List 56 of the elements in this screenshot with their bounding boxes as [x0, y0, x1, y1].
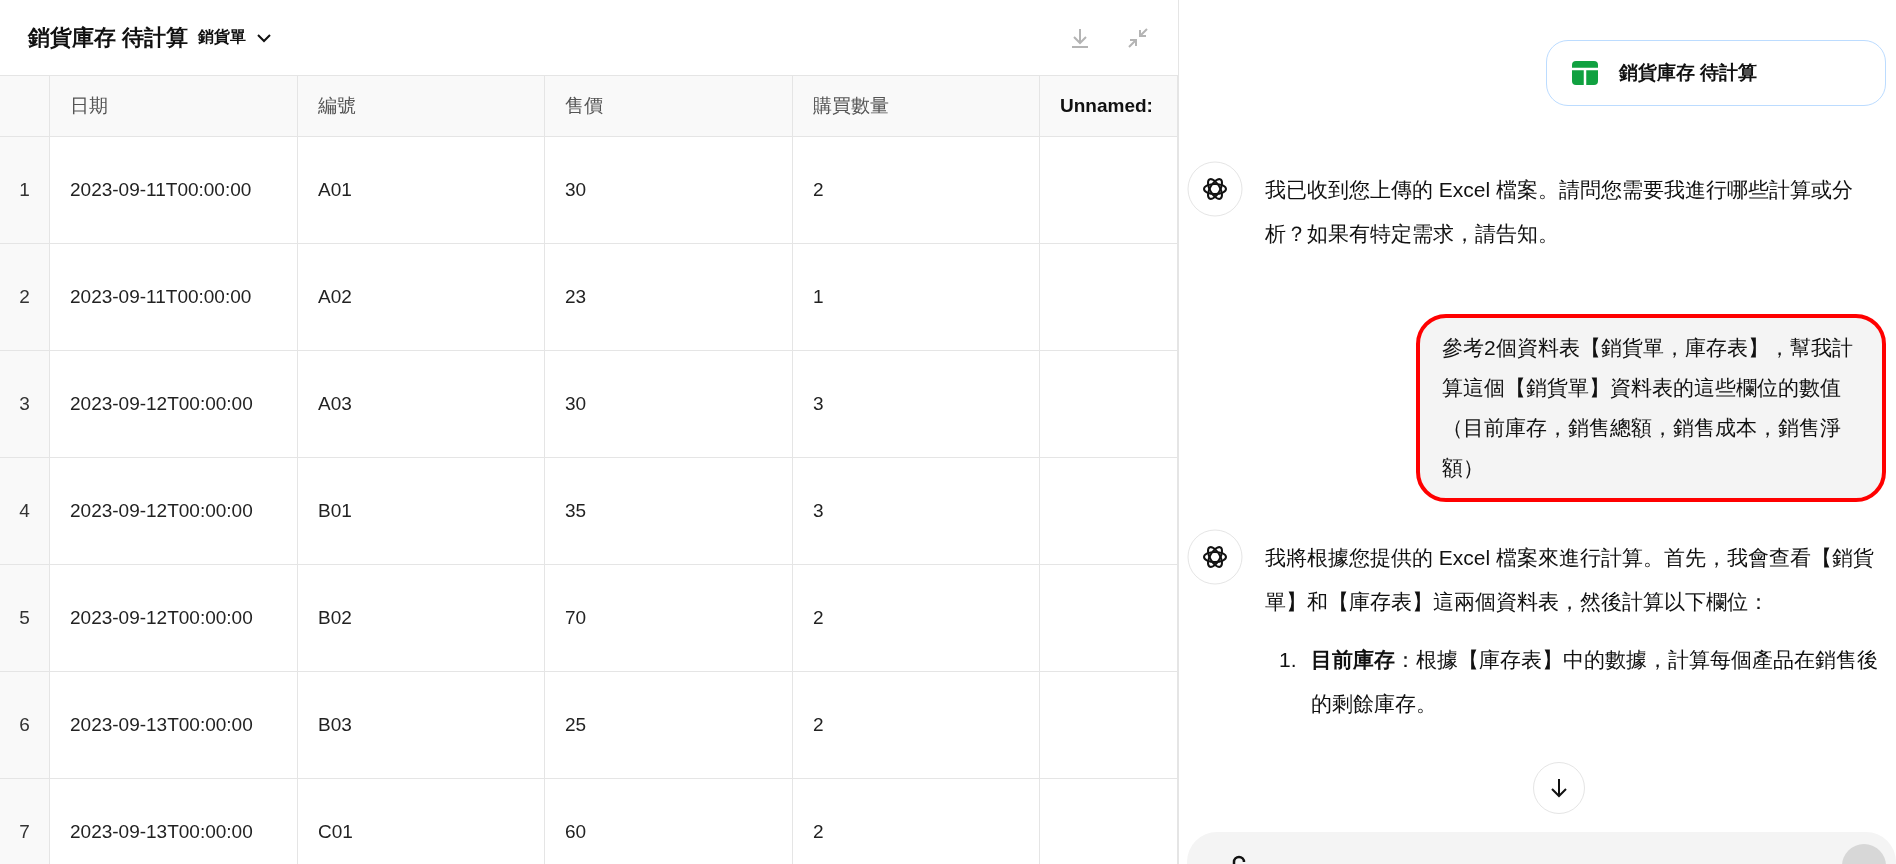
table-cell-text: 2023-09-12T00:00:00	[70, 499, 253, 524]
table-cell-text: 23	[565, 285, 587, 310]
table-cell-text: 2	[813, 820, 824, 845]
table-cell-text: A02	[318, 285, 352, 310]
table-cell-text: 35	[565, 499, 587, 524]
list-item: 目前庫存：根據【庫存表】中的數據，計算每個產品在銷售後的剩餘庫存。	[1310, 647, 1879, 717]
row-number: 3	[0, 351, 50, 457]
table-cell-text: C01	[318, 820, 353, 845]
column-header: 日期	[50, 76, 298, 136]
column-header: Unnamed:	[1040, 76, 1178, 136]
table-cell-text: 2	[813, 606, 824, 631]
table-cell-text: 1	[813, 285, 824, 310]
table-cell-text: 2023-09-12T00:00:00	[70, 606, 253, 631]
table-cell-text: 2	[813, 713, 824, 738]
table-cell-text: 70	[565, 606, 587, 631]
column-header: 售價	[545, 76, 793, 136]
table-cell-text: 30	[565, 392, 587, 417]
collapse-icon[interactable]	[1126, 25, 1150, 50]
table-cell-text: A01	[318, 178, 352, 203]
list-number: 1.	[1279, 647, 1297, 673]
table-cell-text: 30	[565, 178, 587, 203]
row-number: 1	[0, 137, 50, 243]
arrow-down-icon	[1548, 777, 1570, 799]
table-cell-text: 3	[813, 499, 824, 524]
table-cell-text: 25	[565, 713, 587, 738]
table-cell-text: 2023-09-12T00:00:00	[70, 392, 253, 417]
sheet-selector[interactable]: 銷貨單	[194, 27, 277, 48]
table-cell-text: 2023-09-11T00:00:00	[70, 285, 252, 310]
file-chip[interactable]: 銷貨庫存 待計算	[1546, 40, 1886, 106]
assistant-avatar	[1187, 161, 1243, 217]
user-message: 參考2個資料表【銷貨單，庫存表】，幫我計算這個【銷貨單】資料表的這些欄位的數值（目前庫存，銷售總額，銷售成本，銷售淨額）	[1416, 314, 1886, 502]
file-name: 銷貨庫存 待計算	[1619, 61, 1758, 85]
table-cell-text: B01	[318, 499, 352, 524]
table-cell-text: A03	[318, 392, 352, 417]
row-number: 6	[0, 672, 50, 778]
table-cell-text: 2023-09-11T00:00:00	[70, 178, 252, 203]
row-number: 7	[0, 779, 50, 864]
table-cell-text: 3	[813, 392, 824, 417]
table-cell-text: 2023-09-13T00:00:00	[70, 820, 253, 845]
table-cell-text: 2	[813, 178, 824, 203]
row-number: 4	[0, 458, 50, 564]
assistant-message: 我將根據您提供的 Excel 檔案來進行計算。首先，我會查看【銷貨單】和【庫存表】這兩個資料表，然後計算以下欄位：	[1265, 545, 1876, 615]
row-number: 5	[0, 565, 50, 671]
table-cell-text: 60	[565, 820, 587, 845]
spreadsheet-icon	[1571, 59, 1599, 87]
table-cell-text: B03	[318, 713, 352, 738]
table-cell-text: B02	[318, 606, 352, 631]
column-header: 購買數量	[793, 76, 1040, 136]
chevron-icon	[256, 32, 273, 43]
row-number: 2	[0, 244, 50, 350]
scroll-down-button[interactable]	[1533, 762, 1585, 814]
column-header: 編號	[298, 76, 545, 136]
sheet-title: 銷貨庫存 待計算	[28, 23, 189, 52]
assistant-avatar	[1187, 529, 1243, 585]
assistant-message: 我已收到您上傳的 Excel 檔案。請問您需要我進行哪些計算或分析？如果有特定需求，請告知。	[1265, 177, 1855, 247]
table-cell-text: 2023-09-13T00:00:00	[70, 713, 253, 738]
